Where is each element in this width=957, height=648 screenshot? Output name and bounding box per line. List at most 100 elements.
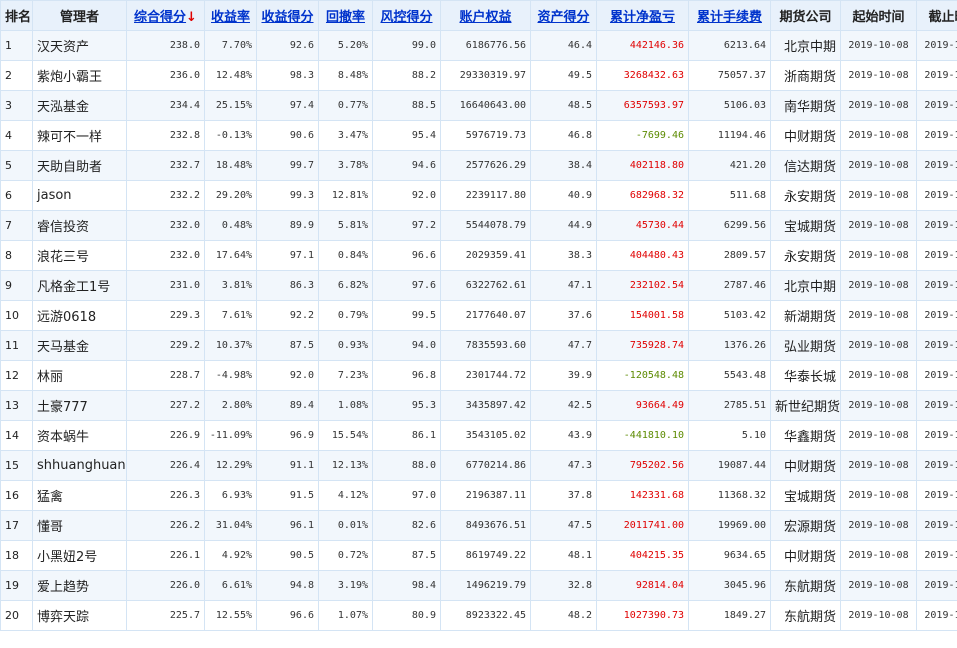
- end-date-cell: 2019-10-17: [916, 180, 957, 211]
- return-score-cell: 96.1: [256, 510, 319, 541]
- sort-risk-score-link[interactable]: 风控得分: [380, 10, 432, 25]
- rank-cell: 3: [0, 90, 33, 121]
- asset-score-cell: 48.2: [530, 600, 597, 631]
- return-score-cell: 92.0: [256, 360, 319, 391]
- composite-score-cell: 226.0: [126, 570, 205, 601]
- sort-return-score-link[interactable]: 收益得分: [261, 10, 313, 25]
- manager-cell: 资本蜗牛: [32, 420, 127, 451]
- equity-cell: 1496219.79: [440, 570, 531, 601]
- table-row: 13 土豪777 227.2 2.80% 89.4 1.08% 95.3 3435897.42…: [0, 390, 957, 421]
- header-composite-score[interactable]: 综合得分↓: [126, 0, 205, 31]
- return-rate-cell: -11.09%: [204, 420, 257, 451]
- table-row: 17 懂哥 226.2 31.04% 96.1 0.01% 82.6 8493676.51 47…: [0, 510, 957, 541]
- composite-score-cell: 232.8: [126, 120, 205, 151]
- table-row: 16 猛禽 226.3 6.93% 91.5 4.12% 97.0 2196387.11 37.…: [0, 480, 957, 511]
- sort-drawdown-link[interactable]: 回撤率: [326, 10, 365, 25]
- company-cell: 浙商期货: [770, 60, 841, 91]
- header-asset-score[interactable]: 资产得分: [530, 0, 597, 31]
- asset-score-cell: 48.5: [530, 90, 597, 121]
- return-score-cell: 89.4: [256, 390, 319, 421]
- composite-score-cell: 226.1: [126, 540, 205, 571]
- header-fees[interactable]: 累计手续费: [688, 0, 771, 31]
- manager-cell: 汉天资产: [32, 30, 127, 61]
- table-row: 18 小黑妞2号 226.1 4.92% 90.5 0.72% 87.5 8619749.22…: [0, 540, 957, 571]
- return-score-cell: 96.9: [256, 420, 319, 451]
- sort-fees-link[interactable]: 累计手续费: [697, 10, 762, 25]
- rank-cell: 9: [0, 270, 33, 301]
- header-return-score[interactable]: 收益得分: [256, 0, 319, 31]
- start-date-cell: 2019-10-08: [840, 510, 917, 541]
- table-row: 11 天马基金 229.2 10.37% 87.5 0.93% 94.0 7835593.60…: [0, 330, 957, 361]
- equity-cell: 8619749.22: [440, 540, 531, 571]
- return-rate-cell: 4.92%: [204, 540, 257, 571]
- equity-cell: 6186776.56: [440, 30, 531, 61]
- header-net-profit[interactable]: 累计净盈亏: [596, 0, 689, 31]
- risk-score-cell: 86.1: [372, 420, 441, 451]
- manager-cell: 辣可不一样: [32, 120, 127, 151]
- drawdown-cell: 0.72%: [318, 540, 373, 571]
- header-return-rate[interactable]: 收益率: [204, 0, 257, 31]
- table-row: 6 jason 232.2 29.20% 99.3 12.81% 92.0 2239117.8…: [0, 180, 957, 211]
- drawdown-cell: 7.23%: [318, 360, 373, 391]
- drawdown-cell: 3.19%: [318, 570, 373, 601]
- composite-score-cell: 238.0: [126, 30, 205, 61]
- risk-score-cell: 88.2: [372, 60, 441, 91]
- composite-score-cell: 226.4: [126, 450, 205, 481]
- drawdown-cell: 0.84%: [318, 240, 373, 271]
- end-date-cell: 2019-10-17: [916, 600, 957, 631]
- manager-cell: 天泓基金: [32, 90, 127, 121]
- manager-cell: 浪花三号: [32, 240, 127, 271]
- fees-cell: 1849.27: [688, 600, 771, 631]
- company-cell: 南华期货: [770, 90, 841, 121]
- sort-return-rate-link[interactable]: 收益率: [211, 10, 250, 25]
- drawdown-cell: 12.81%: [318, 180, 373, 211]
- table-body: 1 汉天资产 238.0 7.70% 92.6 5.20% 99.0 6186776.56 46…: [0, 30, 957, 631]
- fees-cell: 6213.64: [688, 30, 771, 61]
- risk-score-cell: 97.6: [372, 270, 441, 301]
- drawdown-cell: 6.82%: [318, 270, 373, 301]
- header-risk-score[interactable]: 风控得分: [372, 0, 441, 31]
- company-cell: 弘业期货: [770, 330, 841, 361]
- return-score-cell: 92.2: [256, 300, 319, 331]
- asset-score-cell: 40.9: [530, 180, 597, 211]
- start-date-cell: 2019-10-08: [840, 570, 917, 601]
- return-rate-cell: 31.04%: [204, 510, 257, 541]
- composite-score-cell: 226.3: [126, 480, 205, 511]
- asset-score-cell: 38.4: [530, 150, 597, 181]
- header-drawdown[interactable]: 回撤率: [318, 0, 373, 31]
- manager-cell: 凡格金工1号: [32, 270, 127, 301]
- equity-cell: 2196387.11: [440, 480, 531, 511]
- return-score-cell: 99.7: [256, 150, 319, 181]
- sort-asset-score-link[interactable]: 资产得分: [537, 10, 589, 25]
- net-profit-cell: 92814.04: [596, 570, 689, 601]
- risk-score-cell: 96.6: [372, 240, 441, 271]
- return-score-cell: 99.3: [256, 180, 319, 211]
- asset-score-cell: 47.1: [530, 270, 597, 301]
- composite-score-cell: 225.7: [126, 600, 205, 631]
- return-score-cell: 97.4: [256, 90, 319, 121]
- fees-cell: 511.68: [688, 180, 771, 211]
- manager-cell: 林丽: [32, 360, 127, 391]
- rank-cell: 10: [0, 300, 33, 331]
- sort-composite-score-link[interactable]: 综合得分: [134, 10, 186, 25]
- start-date-cell: 2019-10-08: [840, 240, 917, 271]
- asset-score-cell: 32.8: [530, 570, 597, 601]
- table-row: 15 shhuanghuang 226.4 12.29% 91.1 12.13% 88.0 6…: [0, 450, 957, 481]
- rank-cell: 11: [0, 330, 33, 361]
- drawdown-cell: 3.47%: [318, 120, 373, 151]
- return-rate-cell: 6.61%: [204, 570, 257, 601]
- sort-net-profit-link[interactable]: 累计净盈亏: [610, 10, 675, 25]
- equity-cell: 3435897.42: [440, 390, 531, 421]
- end-date-cell: 2019-10-17: [916, 540, 957, 571]
- equity-cell: 8493676.51: [440, 510, 531, 541]
- sort-equity-link[interactable]: 账户权益: [459, 10, 511, 25]
- asset-score-cell: 44.9: [530, 210, 597, 241]
- table-row: 12 林丽 228.7 -4.98% 92.0 7.23% 96.8 2301744.72 39…: [0, 360, 957, 391]
- risk-score-cell: 92.0: [372, 180, 441, 211]
- start-date-cell: 2019-10-08: [840, 150, 917, 181]
- company-cell: 信达期货: [770, 150, 841, 181]
- asset-score-cell: 37.6: [530, 300, 597, 331]
- header-equity[interactable]: 账户权益: [440, 0, 531, 31]
- company-cell: 中财期货: [770, 450, 841, 481]
- company-cell: 永安期货: [770, 180, 841, 211]
